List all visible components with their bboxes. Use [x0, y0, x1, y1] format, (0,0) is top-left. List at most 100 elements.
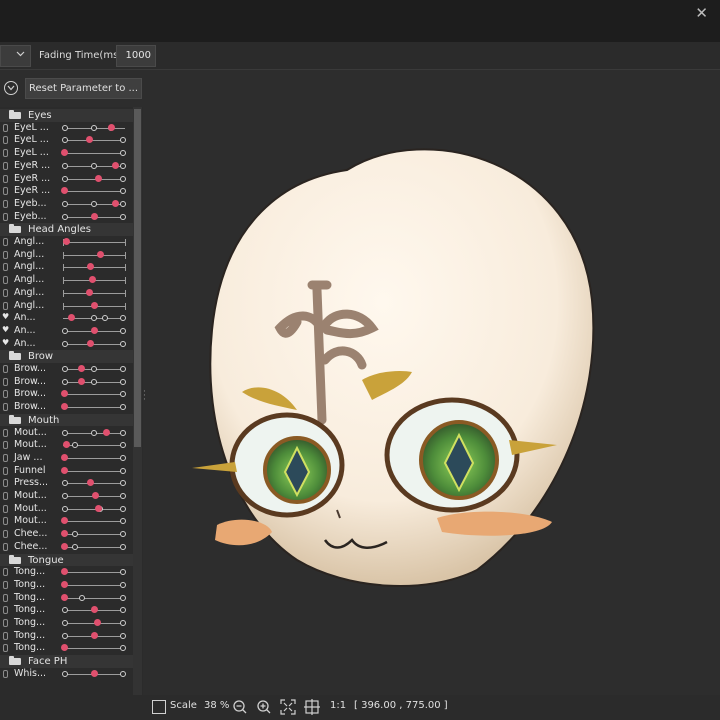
parameter-row[interactable]: Chee...: [0, 528, 133, 541]
keyform-dot[interactable]: [120, 454, 127, 461]
parameter-slider-track[interactable]: [63, 267, 125, 269]
keyform-dot[interactable]: [120, 378, 127, 385]
parameter-row[interactable]: Tong...: [0, 579, 133, 592]
panel-scrollbar[interactable]: [133, 107, 142, 695]
parameter-slider-track[interactable]: [63, 470, 125, 472]
keyform-dot[interactable]: [120, 518, 127, 525]
parameter-slider-handle[interactable]: [94, 174, 102, 182]
keyform-dot[interactable]: [91, 200, 97, 207]
parameter-slider-handle[interactable]: [107, 123, 115, 131]
parameter-group[interactable]: Brow: [0, 350, 133, 363]
keyform-dot[interactable]: [61, 429, 68, 436]
parameter-slider-track[interactable]: [63, 584, 125, 586]
parameter-row[interactable]: EyeR ...: [0, 173, 133, 186]
parameter-slider-handle[interactable]: [112, 161, 120, 169]
parameter-slider-handle[interactable]: [86, 136, 94, 144]
keyform-dot[interactable]: [72, 543, 79, 550]
keyform-dot[interactable]: [120, 150, 127, 157]
parameter-slider-handle[interactable]: [61, 644, 69, 652]
keyform-dot[interactable]: [120, 594, 127, 601]
parameter-row[interactable]: Whis...: [0, 668, 133, 681]
keyform-dot[interactable]: [120, 213, 127, 220]
parameter-slider-handle[interactable]: [87, 479, 95, 487]
keyform-dot[interactable]: [120, 531, 127, 538]
scrollbar-thumb[interactable]: [134, 109, 141, 447]
keyform-dot[interactable]: [61, 137, 68, 144]
keyform-dot[interactable]: [61, 327, 68, 334]
parameter-slider-handle[interactable]: [78, 365, 86, 372]
parameter-slider-handle[interactable]: [91, 492, 99, 499]
parameter-slider-track[interactable]: [63, 292, 125, 294]
parameter-row[interactable]: ♥ An...: [0, 325, 133, 338]
keyform-dot[interactable]: [120, 480, 127, 487]
keyform-dot[interactable]: [61, 175, 68, 182]
parameter-slider-handle[interactable]: [90, 301, 98, 309]
parameter-slider-handle[interactable]: [61, 580, 69, 588]
parameter-row[interactable]: ♥ An...: [0, 338, 133, 351]
parameter-slider-track[interactable]: [63, 140, 125, 142]
keyform-dot[interactable]: [120, 505, 127, 512]
zoom-in-icon[interactable]: [256, 699, 272, 715]
parameter-slider-handle[interactable]: [61, 517, 69, 525]
parameter-slider-track[interactable]: [63, 242, 125, 243]
parameter-row[interactable]: ♥ An...: [0, 312, 133, 325]
parameter-slider-handle[interactable]: [61, 542, 69, 550]
center-view-icon[interactable]: [304, 699, 320, 715]
parameter-row[interactable]: Brow...: [0, 401, 133, 414]
parameter-row[interactable]: Jaw ...: [0, 452, 133, 465]
keyform-dot[interactable]: [61, 162, 68, 169]
keyform-dot[interactable]: [72, 442, 79, 449]
keyform-dot[interactable]: [61, 200, 68, 207]
keyform-dot[interactable]: [91, 124, 97, 131]
close-icon[interactable]: ✕: [695, 4, 708, 22]
parameter-slider-handle[interactable]: [61, 593, 69, 601]
keyform-dot[interactable]: [91, 315, 97, 322]
parameter-row[interactable]: Eyeb...: [0, 211, 133, 224]
keyform-dot[interactable]: [120, 632, 127, 639]
parameter-row[interactable]: Chee...: [0, 541, 133, 554]
keyform-dot[interactable]: [61, 632, 68, 639]
parameter-slider-handle[interactable]: [61, 390, 69, 398]
parameter-slider-track[interactable]: [63, 597, 125, 599]
keyform-dot[interactable]: [61, 480, 68, 487]
keyform-dot[interactable]: [61, 607, 68, 614]
parameter-slider-handle[interactable]: [78, 377, 86, 385]
parameter-row[interactable]: Tong...: [0, 566, 133, 579]
parameter-row[interactable]: Press...: [0, 477, 133, 490]
parameter-group[interactable]: Tongue: [0, 553, 133, 567]
keyform-dot[interactable]: [61, 378, 68, 385]
fading-time-input[interactable]: 1000: [116, 45, 156, 67]
keyform-dot[interactable]: [91, 429, 97, 436]
parameter-row[interactable]: Tong...: [0, 592, 133, 605]
parameter-row[interactable]: Angl...: [0, 249, 133, 262]
parameter-row[interactable]: EyeL ...: [0, 134, 133, 147]
parameter-row[interactable]: Angl...: [0, 236, 133, 249]
parameter-row[interactable]: Mout...: [0, 503, 133, 516]
keyform-dot[interactable]: [61, 213, 68, 220]
parameter-row[interactable]: Mout...: [0, 439, 133, 452]
parameter-slider-handle[interactable]: [102, 428, 110, 436]
keyform-dot[interactable]: [78, 594, 85, 601]
keyform-dot[interactable]: [120, 442, 127, 449]
keyform-dot[interactable]: [120, 543, 127, 550]
keyform-dot[interactable]: [120, 175, 127, 182]
parameter-slider-track[interactable]: [63, 508, 125, 510]
collapse-toggle-button[interactable]: [4, 81, 18, 95]
keyform-dot[interactable]: [120, 137, 127, 144]
keyform-dot[interactable]: [61, 620, 68, 626]
keyform-dot[interactable]: [120, 366, 127, 372]
parameter-row[interactable]: Brow...: [0, 376, 133, 389]
parameter-slider-handle[interactable]: [112, 199, 120, 207]
parameter-slider-track[interactable]: [63, 648, 125, 650]
keyform-dot[interactable]: [120, 162, 127, 169]
parameter-slider-handle[interactable]: [62, 238, 70, 245]
keyform-dot[interactable]: [120, 188, 127, 195]
parameter-slider-handle[interactable]: [90, 326, 98, 334]
actual-size-button[interactable]: 1:1: [330, 700, 346, 711]
parameter-row[interactable]: EyeL ...: [0, 147, 133, 160]
parameter-slider-handle[interactable]: [61, 530, 69, 538]
parameter-row[interactable]: Tong...: [0, 617, 133, 630]
parameter-slider-track[interactable]: [63, 407, 125, 409]
parameter-slider-track[interactable]: [63, 178, 125, 180]
parameter-row[interactable]: EyeR ...: [0, 185, 133, 198]
